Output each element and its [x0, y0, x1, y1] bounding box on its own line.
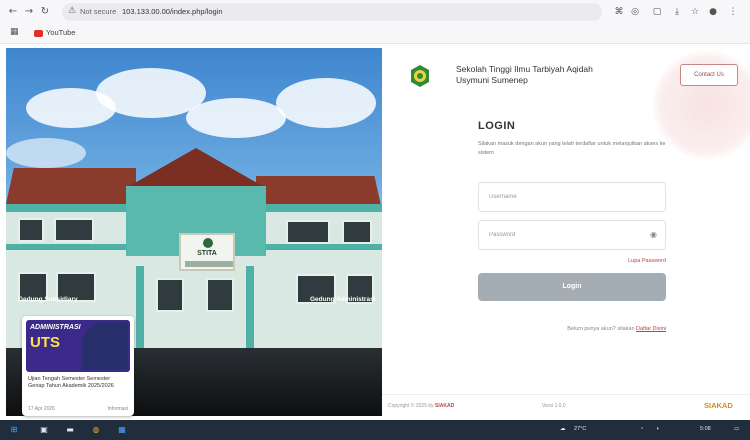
footer-brand-logo: SIAKAD: [704, 401, 733, 410]
login-description: Silakan masuk dengan akun yang telah ter…: [478, 141, 666, 156]
copyright-brand[interactable]: SIAKAD: [435, 403, 454, 409]
file-explorer-icon[interactable]: ▬: [64, 424, 76, 436]
profile-icon[interactable]: ●: [706, 5, 720, 19]
network-icon[interactable]: ◔: [640, 426, 643, 432]
cloud: [186, 98, 286, 138]
security-icon[interactable]: ⚠: [68, 6, 76, 16]
bookmark-label: YouTube: [46, 28, 76, 37]
sign-name: STITA: [197, 250, 217, 257]
browser-toolbar: ← → ↻ ⚠ Not secure 103.133.00.00/index.p…: [0, 0, 750, 24]
password-input[interactable]: [479, 221, 665, 249]
copyright: Copyright © 2025 by SIAKAD: [388, 403, 454, 409]
sign-subtitle: [185, 261, 233, 267]
announcement-card[interactable]: ADMINISTRASI UTS Ujian Tengah Semester S…: [22, 316, 134, 416]
version-text: Versi 1.0.0: [542, 403, 566, 409]
copyright-text: Copyright © 2025 by: [388, 403, 434, 409]
url-text[interactable]: 103.133.00.00/index.php/login: [122, 7, 223, 16]
cloud: [6, 138, 86, 168]
bookmark-youtube[interactable]: YouTube: [34, 28, 75, 37]
banner-line1: ADMINISTRASI: [30, 324, 81, 331]
window: [18, 218, 44, 242]
banner-photo: [82, 322, 128, 370]
translate-icon[interactable]: ⌘: [612, 5, 626, 19]
pillar: [136, 266, 144, 352]
reload-icon[interactable]: ↻: [38, 5, 52, 19]
task-view-icon[interactable]: ▣: [38, 424, 50, 436]
address-bar[interactable]: ⚠ Not secure 103.133.00.00/index.php/log…: [62, 3, 602, 21]
caption-right: Gedung Administrasi: [310, 296, 376, 303]
notification-icon[interactable]: ▭: [734, 426, 739, 432]
card-date: 17 Apr 2026: [28, 406, 55, 412]
institution-name: Sekolah Tinggi Ilmu Tarbiyah Aqidah Usym…: [456, 64, 593, 85]
username-field[interactable]: [478, 182, 666, 212]
login-panel: Sekolah Tinggi Ilmu Tarbiyah Aqidah Usym…: [382, 44, 750, 420]
chrome-icon[interactable]: ◍: [90, 424, 102, 436]
card-category: Informasi: [107, 406, 128, 412]
caption-left: Gedung Subsidiary: [18, 296, 78, 303]
window: [286, 220, 330, 244]
roof-left: [6, 168, 136, 204]
window: [206, 278, 234, 312]
menu-icon[interactable]: ⋮: [726, 5, 740, 19]
show-password-icon[interactable]: ◉: [650, 230, 657, 239]
star-icon[interactable]: ☆: [688, 5, 702, 19]
password-field[interactable]: ◉: [478, 220, 666, 250]
institution-logo-icon: [411, 65, 429, 87]
register-prompt: Belum punya akun? silakan Daftar Disini: [478, 326, 666, 332]
register-text: Belum punya akun? silakan: [567, 326, 635, 332]
browser-chrome: ← → ↻ ⚠ Not secure 103.133.00.00/index.p…: [0, 0, 750, 44]
extension-icon[interactable]: ◎: [628, 5, 642, 19]
register-link[interactable]: Daftar Disini: [636, 326, 666, 332]
clock[interactable]: 5:08: [700, 426, 711, 432]
contact-us-button[interactable]: Contact Us: [680, 64, 738, 86]
banner-line2: UTS: [30, 334, 60, 351]
login-button[interactable]: Login: [478, 273, 666, 301]
card-title[interactable]: Ujian Tengah Semester Semester Genap Tah…: [28, 376, 128, 390]
pillar: [246, 266, 254, 352]
window: [156, 278, 184, 312]
forward-icon[interactable]: →: [22, 5, 36, 19]
username-input[interactable]: [479, 183, 665, 211]
window: [342, 220, 372, 244]
weather-icon[interactable]: ☁: [560, 426, 566, 432]
emblem-icon: [203, 238, 213, 248]
cloud: [276, 78, 376, 128]
sidebar-icon[interactable]: ▢: [650, 5, 664, 19]
bookmarks-bar: ▦ YouTube: [0, 26, 750, 42]
weather-text[interactable]: 27°C: [574, 426, 586, 432]
card-banner: ADMINISTRASI UTS: [26, 320, 130, 372]
app-icon[interactable]: ▦: [116, 424, 128, 436]
taskbar: ⊞ ▣ ▬ ◍ ▦ ☁ 27°C ◔ ◖ 5:08 ▭: [0, 420, 750, 440]
volume-icon[interactable]: ◖: [656, 426, 659, 432]
forgot-password-link[interactable]: Lupa Password: [618, 258, 666, 264]
login-title: LOGIN: [478, 120, 516, 132]
youtube-icon: [34, 29, 43, 37]
apps-icon[interactable]: ▦: [10, 27, 19, 37]
footer: Copyright © 2025 by SIAKAD Versi 1.0.0 S…: [382, 394, 750, 418]
window: [54, 218, 94, 242]
building-sign: STITA: [179, 233, 235, 271]
back-icon[interactable]: ←: [6, 5, 20, 19]
start-icon[interactable]: ⊞: [8, 424, 20, 436]
download-icon[interactable]: ⤓: [670, 5, 684, 19]
security-label: Not secure: [80, 7, 117, 16]
